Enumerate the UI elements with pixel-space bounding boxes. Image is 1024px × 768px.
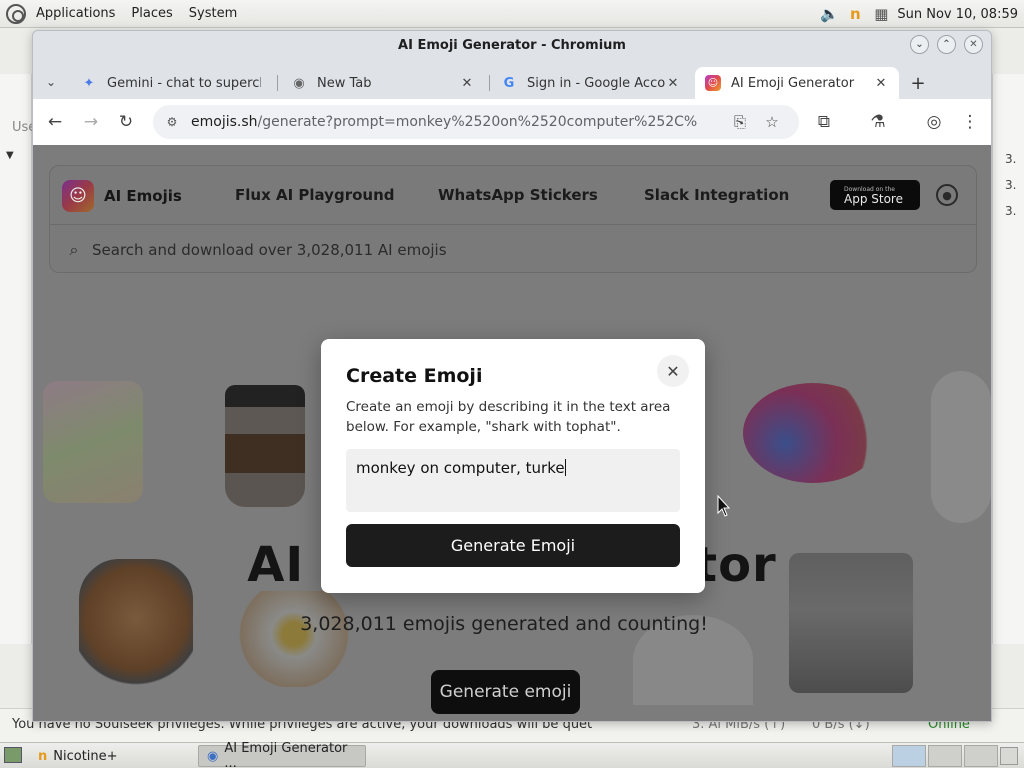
workspace-1[interactable] (892, 745, 926, 767)
new-tab-button[interactable]: + (907, 72, 929, 94)
gemini-icon: ✦ (83, 75, 95, 91)
brand-name: AI Emojis (104, 187, 182, 205)
install-app-icon[interactable]: ⎘ (729, 111, 751, 133)
nav-flux-playground[interactable]: Flux AI Playground (235, 186, 395, 204)
reload-button[interactable]: ↻ (114, 110, 138, 134)
background-left-panel: Use ▼ (0, 74, 36, 644)
app-store-big-text: App Store (844, 191, 903, 206)
brand[interactable]: ☺ AI Emojis (62, 180, 182, 212)
labs-flask-icon[interactable]: ⚗ (866, 110, 890, 134)
show-desktop-icon[interactable] (4, 747, 22, 763)
app-store-badge[interactable]: Download on the App Store (830, 180, 920, 210)
site-header: ☺ AI Emojis Flux AI Playground WhatsApp … (49, 165, 977, 273)
expand-arrow-icon[interactable]: ▼ (6, 150, 14, 161)
tab-title: Gemini - chat to supercharge (107, 75, 261, 91)
background-right-label: 3. (1005, 204, 1017, 218)
top-panel: Applications Places System 🔈 n ▦ Sun Nov… (0, 0, 1024, 28)
emoji-search: ⌕ (50, 224, 976, 274)
emojis-icon: ☺ (705, 75, 721, 91)
extensions-icon[interactable]: ⧉ (812, 110, 836, 134)
betta-fish-emoji-image (743, 383, 883, 483)
browser-window: AI Emoji Generator - Chromium ⌄ ⌃ ✕ ⌄ ✦ … (32, 30, 992, 722)
close-icon[interactable]: ✕ (657, 355, 689, 387)
prompt-text: monkey on computer, turke (356, 459, 565, 477)
taskbar-item-label: AI Emoji Generator ... (224, 741, 348, 768)
nicotine-tray-icon[interactable]: n (845, 4, 865, 24)
menu-applications[interactable]: Applications (30, 6, 121, 21)
close-window-button[interactable]: ✕ (964, 35, 983, 54)
network-icon[interactable]: ▦ (871, 4, 891, 24)
egg-toast-emoji-image (239, 591, 349, 687)
create-emoji-dialog: Create Emoji ✕ Create an emoji by descri… (321, 339, 705, 593)
site-info-icon[interactable]: ⚙ (161, 111, 183, 133)
address-bar[interactable]: ⚙ emojis.sh /generate?prompt=monkey%2520… (153, 105, 799, 139)
menu-places[interactable]: Places (125, 6, 178, 21)
workspace-2[interactable] (928, 745, 962, 767)
profile-icon[interactable]: ◎ (922, 110, 946, 134)
bookmark-star-icon[interactable]: ☆ (761, 111, 783, 133)
tab-search-icon[interactable]: ⌄ (41, 72, 61, 92)
nav-whatsapp-stickers[interactable]: WhatsApp Stickers (438, 186, 598, 204)
chromium-icon: ◉ (293, 75, 305, 91)
tab-ai-emoji-generator[interactable]: ☺ AI Emoji Generator ✕ (695, 67, 899, 99)
text-caret (564, 459, 566, 476)
clock[interactable]: Sun Nov 10, 08:59 (897, 7, 1018, 22)
tab-new-tab[interactable]: ◉ New Tab ✕ (281, 67, 485, 99)
mouse-cursor-icon (717, 495, 731, 517)
tab-close-icon[interactable]: ✕ (665, 76, 681, 91)
tab-title: AI Emoji Generator (731, 75, 855, 91)
title-bar[interactable]: AI Emoji Generator - Chromium ⌄ ⌃ ✕ (33, 31, 991, 59)
taskbar-item-chromium[interactable]: ◉ AI Emoji Generator ... (198, 741, 366, 768)
window-title: AI Emoji Generator - Chromium (398, 37, 626, 53)
background-right-label: 3. (1005, 152, 1017, 166)
menu-system[interactable]: System (183, 6, 243, 21)
tab-separator (489, 75, 490, 91)
minimize-button[interactable]: ⌄ (910, 35, 929, 54)
maximize-button[interactable]: ⌃ (937, 35, 956, 54)
forward-button[interactable]: → (79, 110, 103, 134)
hero-subtitle: 3,028,011 emojis generated and counting! (300, 613, 708, 635)
nicotine-icon: n (38, 748, 48, 764)
dialog-title: Create Emoji (346, 365, 483, 387)
coffee-cup-emoji-image (225, 385, 305, 507)
workspace-3[interactable] (964, 745, 998, 767)
tab-title: Sign in - Google Accounts (527, 75, 665, 91)
tab-google-signin[interactable]: G Sign in - Google Accounts ✕ (491, 67, 691, 99)
distro-logo-icon[interactable] (6, 3, 26, 24)
tab-close-icon[interactable]: ✕ (459, 76, 475, 91)
account-icon[interactable]: ● (936, 184, 958, 206)
claw-machine-emoji-image (43, 381, 143, 503)
background-right-label: 3. (1005, 178, 1017, 192)
brand-logo-icon: ☺ (62, 180, 94, 212)
tab-close-icon[interactable]: ✕ (873, 76, 889, 91)
taskbar-item-nicotine[interactable]: n Nicotine+ (30, 745, 196, 767)
back-button[interactable]: ← (43, 110, 67, 134)
web-page: ☺ AI Emojis Flux AI Playground WhatsApp … (33, 145, 991, 721)
taskbar: n Nicotine+ ◉ AI Emoji Generator ... (0, 741, 1024, 768)
volume-icon[interactable]: 🔈 (819, 4, 839, 24)
bust-statue-emoji-image (931, 371, 991, 523)
generate-emoji-button[interactable]: Generate Emoji (346, 524, 680, 567)
url-path: /generate?prompt=monkey%2520on%2520compu… (257, 114, 698, 130)
prompt-textarea[interactable]: monkey on computer, turke (346, 449, 680, 512)
hero-generate-button[interactable]: Generate emoji (431, 670, 580, 714)
tab-gemini[interactable]: ✦ Gemini - chat to supercharge (71, 67, 271, 99)
nav-slack-integration[interactable]: Slack Integration (644, 186, 789, 204)
menu-kebab-icon[interactable]: ⋮ (958, 110, 982, 134)
tab-strip: ⌄ ✦ Gemini - chat to supercharge ◉ New T… (33, 65, 991, 99)
google-icon: G (503, 75, 515, 91)
background-right-panel: 3. 3. 3. (992, 74, 1024, 644)
search-icon: ⌕ (69, 239, 79, 259)
dialog-description: Create an emoji by describing it in the … (346, 399, 671, 435)
emoji-search-input[interactable] (92, 240, 952, 259)
trash-icon[interactable] (1000, 747, 1018, 765)
tab-title: New Tab (317, 75, 372, 91)
tab-separator (277, 75, 278, 91)
url-host: emojis.sh (191, 114, 258, 130)
browser-toolbar: ← → ↻ ⚙ emojis.sh /generate?prompt=monke… (33, 99, 991, 145)
taskbar-item-label: Nicotine+ (53, 748, 118, 764)
chromium-icon: ◉ (207, 748, 219, 764)
